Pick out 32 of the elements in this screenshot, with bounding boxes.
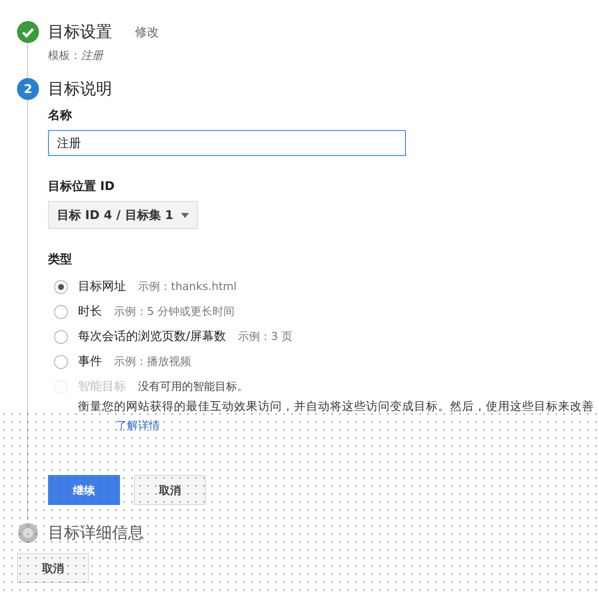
radio-button[interactable] [54,304,68,318]
option-example: 没有可用的智能目标。 [138,379,248,394]
step-title: 目标说明 [48,78,112,100]
cancel-button[interactable]: 取消 [134,475,206,505]
radio-button[interactable] [54,354,68,368]
option-example: 示例：thanks.html [138,279,237,294]
option-example: 示例：播放视频 [114,354,191,369]
step-circle-icon [17,522,39,544]
radio-button[interactable] [54,280,68,294]
caret-icon [181,212,190,218]
option-description: 衡量您的网站获得的最佳互动效果访问，并自动将这些访问变成目标。然后，使用这些目标来改善 [78,399,595,414]
template-label: 模板： [48,49,81,62]
option-example: 示例：5 分钟或更长时间 [114,304,234,319]
template-value: 注册 [81,49,103,62]
continue-button[interactable]: 继续 [48,475,120,505]
option-label[interactable]: 每次会话的浏览页数/屏幕数 [78,328,226,345]
step-title: 目标设置 [48,22,112,42]
option-label[interactable]: 事件 [78,353,102,370]
name-input[interactable]: 注册 [48,130,406,156]
goal-slot-dropdown[interactable]: 目标 ID 4 / 目标集 1 [48,201,198,229]
field-label: 目标位置 ID [48,178,116,195]
step-number: 2 [17,78,39,100]
radio-button[interactable] [54,330,68,344]
option-label[interactable]: 目标网址 [78,278,126,295]
option-example: 示例：3 页 [238,329,293,344]
cancel-button[interactable]: 取消 [17,553,89,583]
field-label: 名称 [48,107,73,124]
step-title: 目标详细信息 [48,522,144,544]
option-label[interactable]: 时长 [78,303,102,320]
field-label: 类型 [48,251,73,268]
checkmark-icon [17,21,39,43]
edit-link[interactable]: 修改 [135,24,159,40]
